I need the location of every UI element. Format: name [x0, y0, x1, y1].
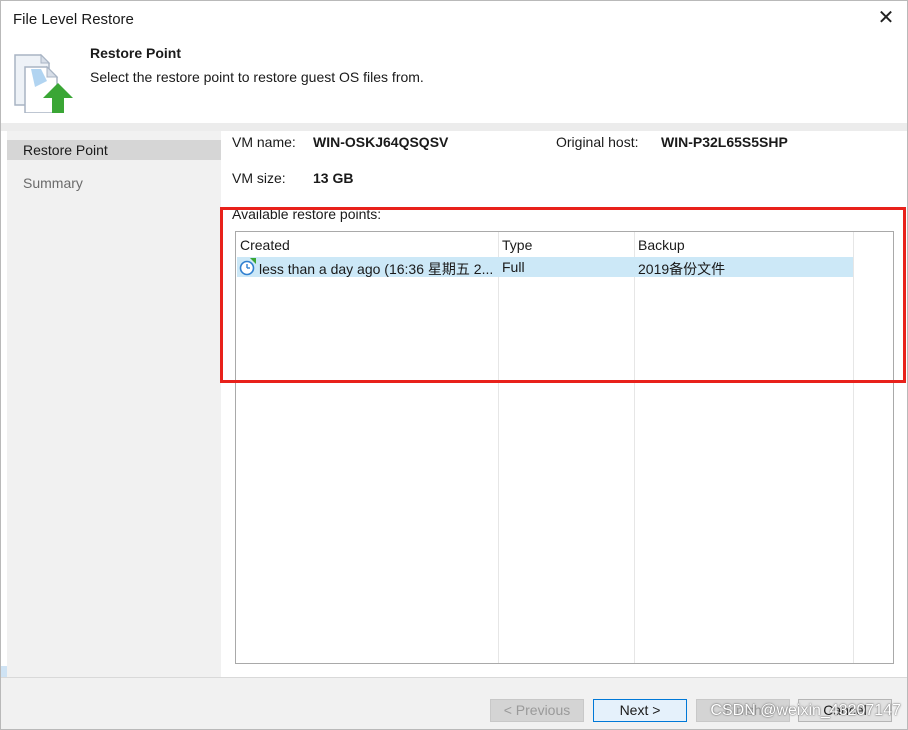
- previous-button[interactable]: < Previous: [490, 699, 584, 722]
- restore-point-clock-icon: [239, 258, 257, 276]
- available-restore-points-label: Available restore points:: [232, 206, 382, 222]
- sidebar-item-restore-point[interactable]: Restore Point: [7, 140, 221, 160]
- row-type-cell: Full: [502, 259, 525, 275]
- wizard-steps-sidebar: Restore Point Summary: [7, 131, 221, 677]
- wizard-step-title: Restore Point: [90, 45, 182, 61]
- table-row[interactable]: less than a day ago (16:36 星期五 2... Full…: [237, 257, 853, 277]
- file-level-restore-window: File Level Restore ✕ Restore Point Selec…: [0, 0, 908, 730]
- footer-divider: [1, 677, 907, 678]
- original-host-label: Original host:: [556, 134, 639, 150]
- row-created-cell: less than a day ago (16:36 星期五 2...: [259, 261, 494, 277]
- column-divider: [853, 232, 854, 663]
- vm-size-label: VM size:: [232, 170, 286, 186]
- restore-points-table[interactable]: Created Type Backup less than a day ago …: [235, 231, 894, 664]
- wizard-content: VM name: WIN-OSKJ64QSQSV Original host: …: [221, 131, 907, 677]
- window-title: File Level Restore: [13, 11, 134, 28]
- wizard-header: Restore Point Select the restore point t…: [1, 37, 907, 123]
- restore-document-icon: [11, 47, 77, 114]
- title-bar: File Level Restore ✕: [1, 1, 907, 37]
- column-divider: [634, 232, 635, 663]
- vm-name-value: WIN-OSKJ64QSQSV: [313, 134, 449, 150]
- vm-name-label: VM name:: [232, 134, 296, 150]
- header-divider: [1, 123, 907, 131]
- csdn-watermark: CSDN @weixin_43207147: [710, 702, 901, 719]
- row-backup-cell: 2019备份文件: [638, 261, 726, 277]
- column-divider: [498, 232, 499, 663]
- vm-size-value: 13 GB: [313, 170, 354, 186]
- column-header-type[interactable]: Type: [502, 237, 532, 253]
- column-header-created[interactable]: Created: [240, 237, 290, 253]
- sidebar-item-summary[interactable]: Summary: [7, 173, 221, 193]
- wizard-step-subtitle: Select the restore point to restore gues…: [90, 69, 424, 85]
- original-host-value: WIN-P32L65S5SHP: [661, 134, 788, 150]
- close-icon[interactable]: ✕: [875, 7, 897, 29]
- next-button[interactable]: Next >: [593, 699, 687, 722]
- column-header-backup[interactable]: Backup: [638, 237, 685, 253]
